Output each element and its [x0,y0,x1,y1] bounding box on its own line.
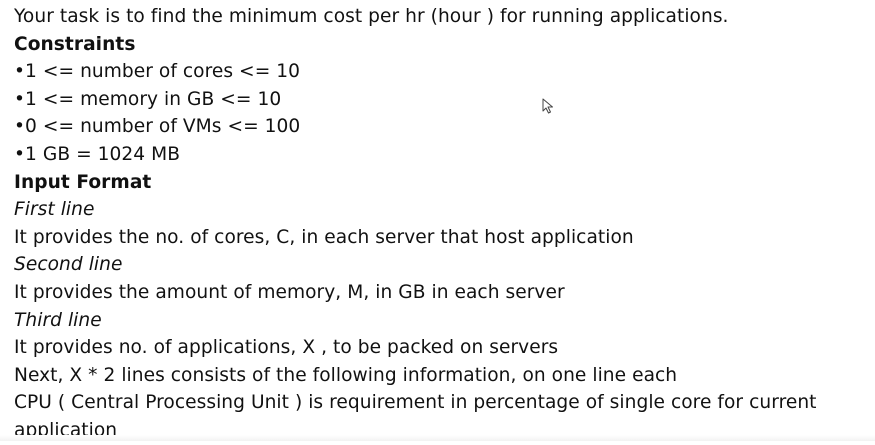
document-body: Your task is to find the minimum cost pe… [14,3,869,445]
input-format-heading: Input Format [14,171,152,193]
constraint-memory: •1 <= memory in GB <= 10 [14,88,282,110]
first-line-heading: First line [14,199,95,221]
second-line-heading: Second line [14,254,123,276]
second-line-description: It provides the amount of memory, M, in … [14,281,565,303]
third-line-description: It provides no. of applications, X , to … [14,337,559,359]
next-lines-description: Next, X * 2 lines consists of the follow… [14,364,678,386]
constraint-vms: •0 <= number of VMs <= 100 [14,116,301,138]
first-line-description: It provides the no. of cores, C, in each… [14,226,634,248]
mouse-pointer-icon [542,98,553,114]
constraint-cores: •1 <= number of cores <= 10 [14,61,301,83]
task-description: Your task is to find the minimum cost pe… [14,6,729,27]
constraint-gb-mb: •1 GB = 1024 MB [14,143,181,165]
constraints-heading: Constraints [14,33,136,55]
third-line-heading: Third line [14,309,102,331]
bottom-edge [0,435,875,441]
